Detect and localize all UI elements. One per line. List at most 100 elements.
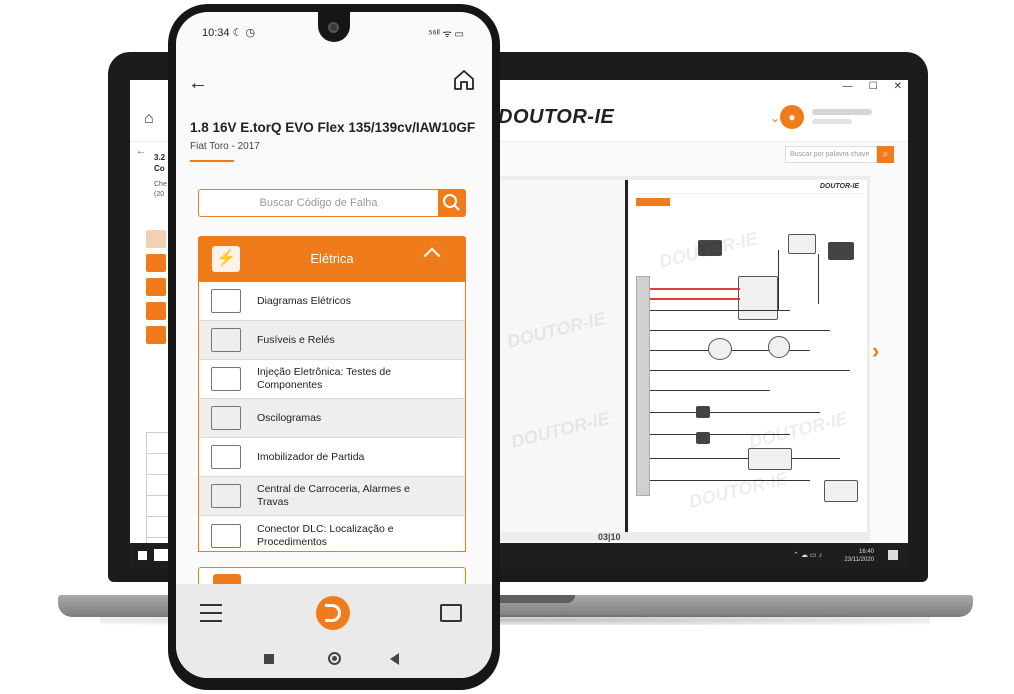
device-mockup: — ☐ ✕ ⌂ DOUTOR-IE ⌄ ● Buscar por palavra… bbox=[0, 0, 1014, 694]
component bbox=[828, 242, 854, 260]
window-controls: — ☐ ✕ bbox=[843, 81, 902, 92]
warning-icon[interactable] bbox=[146, 302, 166, 320]
watermark: DOUTOR-IE bbox=[508, 408, 612, 452]
watermark: DOUTOR-IE bbox=[686, 468, 790, 512]
maximize-button[interactable]: ☐ bbox=[869, 81, 878, 92]
category-header-eletrica[interactable]: ⚡ Elétrica bbox=[198, 236, 466, 282]
wire bbox=[818, 254, 819, 304]
vehicle-model: Fiat Toro - 2017 bbox=[190, 141, 260, 152]
ecu-module bbox=[738, 276, 778, 320]
dlc-connector-icon bbox=[211, 523, 241, 548]
chevron-down-icon[interactable]: ⌄ bbox=[770, 111, 780, 125]
next-category-header[interactable] bbox=[198, 567, 466, 584]
watermark: DOUTOR-IE bbox=[504, 308, 608, 352]
close-button[interactable]: ✕ bbox=[894, 81, 902, 92]
component bbox=[696, 406, 710, 418]
wire bbox=[650, 310, 790, 311]
list-item-central-carroceria[interactable]: Central de Carroceria, Alarmes e Travas bbox=[199, 477, 465, 516]
wire bbox=[650, 288, 740, 290]
procedure-code: 3.2 Co bbox=[154, 153, 166, 173]
sensor bbox=[768, 336, 790, 358]
home-button-icon[interactable] bbox=[328, 652, 341, 665]
bottom-nav-bar bbox=[176, 584, 492, 642]
vehicle-engine-title: 1.8 16V E.torQ EVO Flex 135/139cv/IAW10G… bbox=[190, 120, 476, 135]
wire bbox=[650, 458, 840, 459]
phone-bottom-area bbox=[176, 584, 492, 678]
component bbox=[696, 432, 710, 444]
fault-code-search-input[interactable]: Buscar Código de Falha bbox=[198, 189, 438, 217]
procedure-subtitle: Che (20 bbox=[154, 181, 167, 198]
camera-icon bbox=[328, 22, 339, 33]
wire bbox=[650, 298, 740, 300]
hamburger-menu-icon[interactable] bbox=[200, 604, 222, 628]
page-indicator: 03|10 bbox=[598, 532, 621, 542]
back-arrow-icon[interactable]: ← bbox=[188, 72, 208, 95]
taskbar-clock: 16:40 23/11/2020 bbox=[844, 548, 874, 564]
system-tray-icons[interactable]: ⌃ ☁ ▭ ♪ bbox=[793, 551, 822, 559]
recent-apps-icon[interactable] bbox=[264, 654, 274, 664]
home-icon[interactable] bbox=[452, 68, 476, 92]
list-item-oscilogramas[interactable]: Oscilogramas bbox=[199, 399, 465, 438]
minimize-button[interactable]: — bbox=[843, 81, 853, 92]
wire bbox=[650, 412, 820, 413]
diagram-page-right: DOUTOR-IE DOUTOR-IE DOUTOR-IE DOUTOR-IE bbox=[625, 180, 867, 532]
diagram-icon bbox=[211, 289, 241, 313]
list-icon[interactable] bbox=[146, 230, 166, 248]
user-email-blurred bbox=[812, 119, 852, 124]
keyword-search-input[interactable]: Buscar por palavra chave bbox=[785, 146, 877, 163]
shield-icon[interactable] bbox=[146, 326, 166, 344]
user-name-blurred bbox=[812, 109, 872, 115]
wire bbox=[650, 370, 850, 371]
clock-date: 23/11/2020 bbox=[844, 557, 874, 563]
chat-icon[interactable] bbox=[440, 604, 462, 622]
system-back-icon[interactable] bbox=[390, 653, 399, 665]
list-item-label: Conector DLC: Localização e Procedimento… bbox=[257, 522, 394, 548]
category-item-list: Diagramas Elétricos Fusíveis e Relés Inj… bbox=[198, 282, 466, 552]
status-time: 10:34 ☾ ◷ bbox=[202, 27, 256, 39]
phone-screen: 10:34 ☾ ◷ ⁵⁶ᴵˡ ᯤ ▭ ← 1.8 16V E.torQ EVO … bbox=[176, 12, 492, 584]
watermark: DOUTOR-IE bbox=[746, 408, 850, 452]
lightning-icon[interactable] bbox=[146, 254, 166, 272]
app-logo-icon[interactable] bbox=[316, 596, 350, 630]
multimeter-icon bbox=[211, 367, 241, 391]
list-item-imobilizador[interactable]: Imobilizador de Partida bbox=[199, 438, 465, 477]
notification-icon[interactable] bbox=[888, 550, 898, 560]
taskbar-search-icon[interactable] bbox=[154, 549, 168, 561]
status-time-text: 10:34 bbox=[202, 27, 230, 39]
home-icon[interactable]: ⌂ bbox=[144, 110, 154, 128]
oscilloscope-icon bbox=[211, 406, 241, 430]
app-logo: DOUTOR-IE bbox=[498, 106, 615, 128]
list-item-label: Injeção Eletrônica: Testes de Componente… bbox=[257, 366, 392, 391]
wiring-diagram-viewer[interactable]: DOUTOR-IE DOUTOR-IE DOUTOR-IE DOUTOR-IE … bbox=[470, 176, 870, 541]
search-button[interactable] bbox=[438, 189, 466, 217]
next-page-chevron-icon[interactable]: › bbox=[872, 338, 879, 364]
list-item-label: Central de Carroceria, Alarmes e Travas bbox=[257, 483, 410, 508]
back-arrow-icon[interactable]: ← bbox=[136, 146, 146, 157]
search-icon bbox=[443, 194, 460, 211]
wire bbox=[778, 250, 779, 310]
user-avatar[interactable]: ● bbox=[780, 105, 804, 129]
list-item-fusiveis-e-reles[interactable]: Fusíveis e Relés bbox=[199, 321, 465, 360]
clock-time: 16:40 bbox=[858, 549, 874, 555]
category-icon bbox=[213, 574, 241, 584]
page-tag bbox=[636, 198, 670, 206]
list-item-label: Imobilizador de Partida bbox=[257, 450, 365, 463]
windows-start-icon[interactable] bbox=[138, 551, 147, 560]
list-item-diagramas-eletricos[interactable]: Diagramas Elétricos bbox=[199, 282, 465, 321]
list-item-label: Fusíveis e Relés bbox=[257, 333, 335, 346]
list-item-injecao-eletronica[interactable]: Injeção Eletrônica: Testes de Componente… bbox=[199, 360, 465, 399]
list-item-label: Oscilogramas bbox=[257, 411, 322, 424]
sensor bbox=[708, 338, 732, 360]
list-item-label: Diagramas Elétricos bbox=[257, 294, 351, 307]
component bbox=[824, 480, 858, 502]
search-icon[interactable]: ⌕ bbox=[877, 146, 894, 163]
status-icons: ⁵⁶ᴵˡ ᯤ ▭ bbox=[428, 29, 464, 40]
wrench-icon[interactable] bbox=[146, 278, 166, 296]
title-underline bbox=[190, 160, 234, 162]
harness-connector bbox=[636, 276, 650, 496]
car-key-icon bbox=[211, 484, 241, 508]
list-item-conector-dlc[interactable]: Conector DLC: Localização e Procedimento… bbox=[199, 516, 465, 555]
wire bbox=[650, 390, 770, 391]
fuse-icon bbox=[211, 328, 241, 352]
android-system-nav bbox=[176, 642, 492, 678]
